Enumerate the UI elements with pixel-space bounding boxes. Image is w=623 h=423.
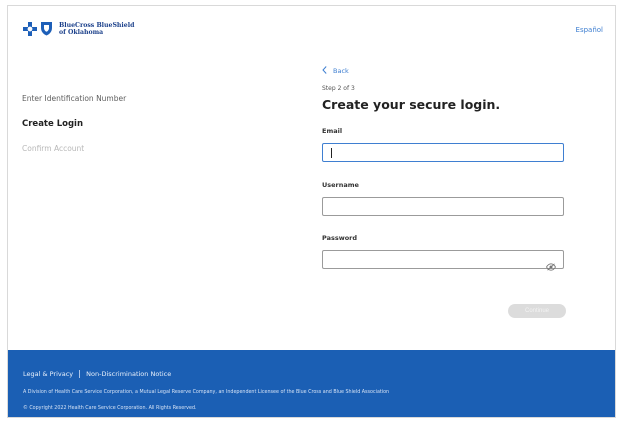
- step-indicator: Step 2 of 3: [322, 85, 355, 92]
- chevron-left-icon: [322, 66, 327, 76]
- step-create-login: Create Login: [22, 119, 84, 129]
- step-enter-identification-number: Enter Identification Number: [22, 94, 127, 103]
- username-label: Username: [322, 181, 359, 189]
- username-field[interactable]: [322, 197, 564, 216]
- progress-steps: Enter Identification Number Create Login…: [22, 94, 126, 169]
- non-discrimination-notice-link[interactable]: Non-Discrimination Notice: [86, 370, 171, 378]
- page-title: Create your secure login.: [322, 97, 501, 112]
- eye-icon[interactable]: [546, 256, 556, 275]
- bcbs-logo[interactable]: BlueCross BlueShield of Oklahoma: [23, 21, 134, 36]
- step-confirm-account: Confirm Account: [22, 144, 85, 153]
- email-label: Email: [322, 127, 343, 135]
- login-form: Back Step 2 of 3 Create your secure logi…: [322, 66, 566, 318]
- continue-button[interactable]: Continue: [508, 304, 566, 318]
- password-label: Password: [322, 234, 358, 242]
- back-label: Back: [333, 67, 349, 75]
- username-group: Username: [322, 181, 566, 216]
- footer-link-divider: [79, 370, 81, 378]
- footer-links: Legal & Privacy Non-Discrimination Notic…: [23, 370, 171, 378]
- logo-line-1: BlueCross BlueShield: [59, 21, 135, 29]
- password-field[interactable]: [322, 250, 564, 271]
- header: BlueCross BlueShield of Oklahoma Español: [8, 6, 615, 54]
- bluecross-logo-icon: [23, 21, 37, 36]
- password-group: Password: [322, 234, 566, 271]
- language-link[interactable]: Español: [576, 26, 603, 34]
- footer-disclaimer: A Division of Health Care Service Corpor…: [23, 390, 390, 395]
- legal-privacy-link[interactable]: Legal & Privacy: [23, 370, 73, 378]
- blueshield-logo-icon: [40, 21, 53, 36]
- back-link[interactable]: Back: [322, 66, 566, 76]
- page-frame: BlueCross BlueShield of Oklahoma Español…: [7, 5, 616, 418]
- logo-wordmark: BlueCross BlueShield of Oklahoma: [59, 22, 134, 36]
- logo-line-2: of Oklahoma: [59, 28, 104, 36]
- email-group: Email: [322, 127, 566, 162]
- email-field[interactable]: [322, 143, 564, 162]
- text-caret: [331, 148, 332, 158]
- footer-copyright: © Copyright 2022 Health Care Service Cor…: [23, 406, 197, 411]
- footer: Legal & Privacy Non-Discrimination Notic…: [8, 350, 615, 417]
